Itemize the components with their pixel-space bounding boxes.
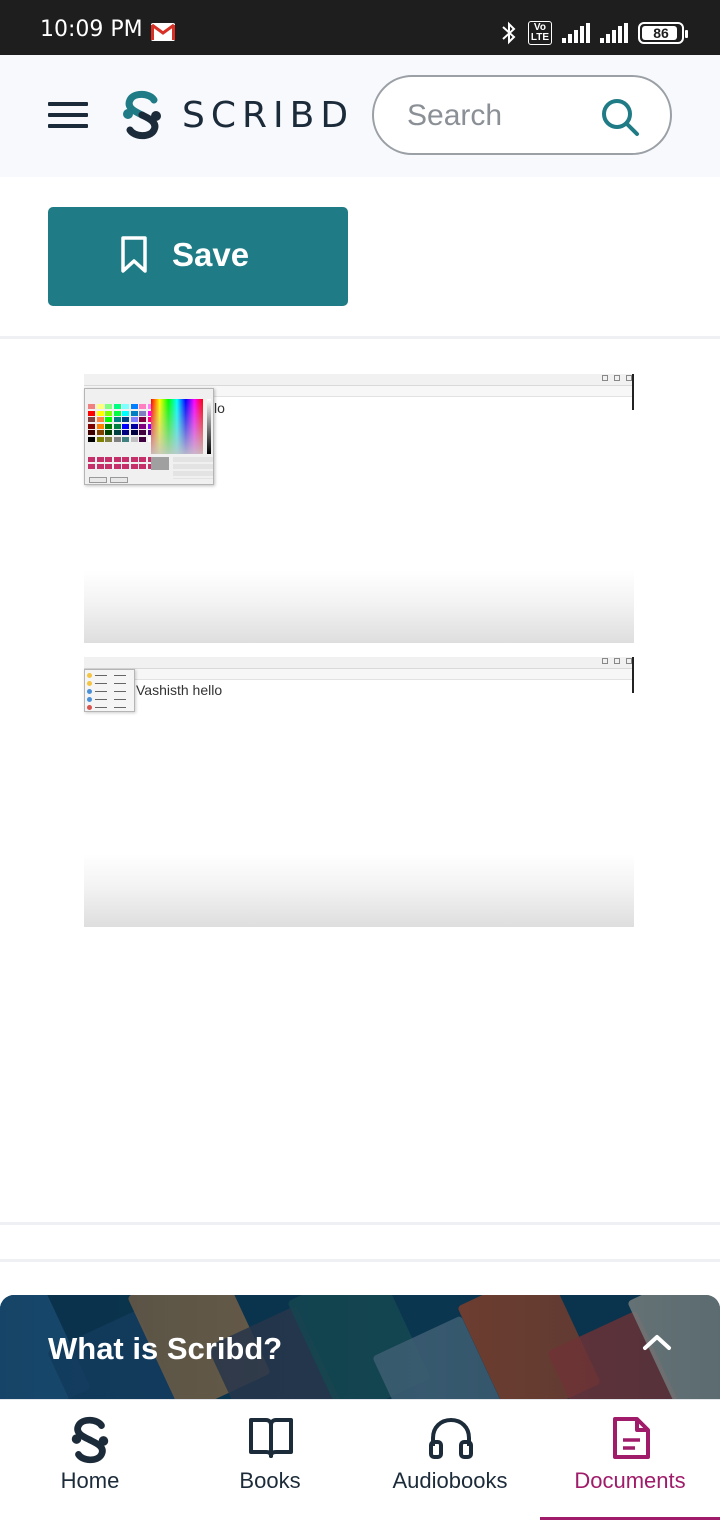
scribd-logo-icon[interactable] [120,90,164,140]
nav-item-audiobooks[interactable]: Audiobooks [360,1400,540,1520]
status-bar: 10:09 PM Vo LTE 86 [0,0,720,55]
scrollbar-edge [632,374,634,410]
4g-signal-icon [562,23,590,43]
nav-item-home[interactable]: Home [0,1400,180,1520]
save-bar: Save [0,177,720,339]
file-menu-dropdown [84,669,135,712]
nav-label: Documents [574,1468,686,1493]
signal-icon [600,23,628,43]
gmail-icon [151,23,175,41]
bookmark-icon [121,236,147,273]
status-time: 10:09 PM [40,17,143,42]
bottom-navigation: Home Books Audiobooks Documents [0,1399,720,1520]
top-header: SCRIBD Search [0,55,720,177]
save-label: Save [172,236,250,273]
scribd-document-page: 10:09 PM Vo LTE 86 SCRIBD Search Save lo… [0,0,720,1520]
status-icons: Vo LTE 86 [500,20,688,46]
luminance-slider [207,399,211,454]
color-picker-dialog [84,388,214,485]
book-icon [249,1418,293,1458]
document-text: Vashisth hello [136,682,223,698]
dialog-cancel-button [110,477,128,483]
section-divider [0,1222,720,1225]
search-input[interactable]: Search [372,75,672,155]
section-divider [0,1259,720,1262]
search-icon[interactable] [600,97,640,137]
nav-item-documents[interactable]: Documents [540,1400,720,1520]
editor-toolbar [84,669,634,680]
window-titlebar [84,657,634,669]
color-value-fields [173,457,213,479]
bluetooth-icon [502,21,516,45]
nav-label: Audiobooks [392,1468,508,1493]
scribd-logo-icon [71,1416,109,1464]
menu-icon[interactable] [48,102,88,128]
promo-title: What is Scribd? [48,1331,283,1366]
chevron-up-icon[interactable] [642,1333,672,1351]
basic-color-swatches [88,404,155,442]
headphones-icon [429,1417,473,1459]
nav-label: Books [239,1468,301,1493]
battery-level: 86 [653,25,669,41]
color-spectrum [151,399,203,454]
volte-icon: Vo LTE [527,21,552,45]
document-page-1: lo [84,374,634,643]
battery-icon: 86 [638,22,688,44]
nav-label: Home [60,1468,120,1493]
dialog-ok-button [89,477,107,483]
search-placeholder: Search [407,99,503,132]
color-preview [151,457,169,470]
window-titlebar [84,374,634,386]
document-text: lo [214,400,225,416]
nav-item-books[interactable]: Books [180,1400,360,1520]
scrollbar-edge [632,657,634,693]
what-is-scribd-banner[interactable]: What is Scribd? [0,1295,720,1399]
document-icon [613,1417,650,1459]
brand-name[interactable]: SCRIBD [182,95,354,136]
custom-color-swatches [88,457,155,469]
document-page-2: Vashisth hello [84,657,634,927]
save-button[interactable]: Save [48,207,348,306]
